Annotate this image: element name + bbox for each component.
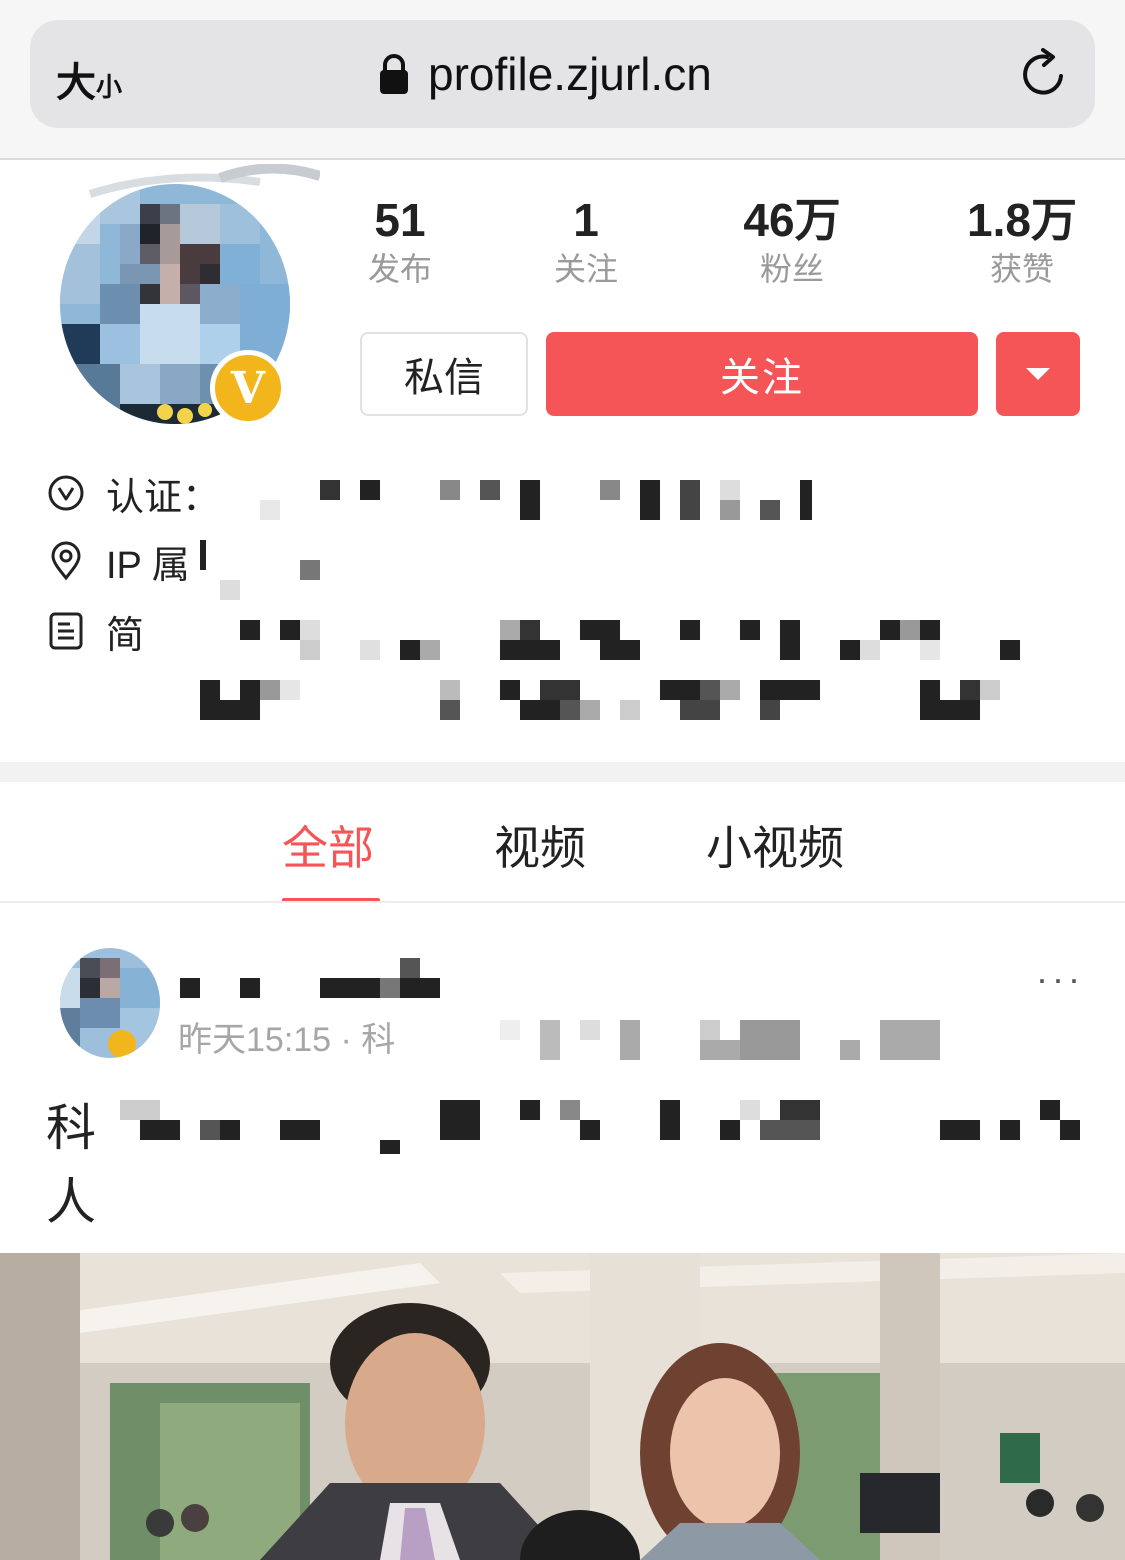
text-size-button[interactable]: 大小 [56, 50, 122, 108]
stat-likes-value: 1.8万 [967, 194, 1077, 246]
ip-location-label: IP 属 [106, 544, 190, 587]
verification-row: 认证： [46, 468, 220, 519]
post-author-name-redacted [180, 958, 440, 998]
lock-icon [380, 54, 408, 94]
redacted-profile-info [200, 480, 1020, 720]
badge-letter: V [230, 362, 266, 414]
text-size-small: 小 [96, 72, 123, 102]
post-text-line-2[interactable]: 人 [46, 1162, 96, 1234]
stat-following-value: 1 [573, 194, 599, 246]
caret-down-icon [1026, 368, 1050, 380]
stat-followers-value: 46万 [743, 194, 841, 246]
stat-posts[interactable]: 51 发布 [310, 192, 490, 290]
bio-row: 简 [46, 606, 145, 657]
text-size-big: 大 [56, 61, 96, 105]
more-options-icon[interactable]: ··· [1036, 958, 1084, 1000]
stat-posts-label: 发布 [367, 251, 432, 287]
stat-following[interactable]: 1 关注 [496, 192, 676, 290]
browser-toolbar: 大小 profile.zjurl.cn [0, 0, 1125, 160]
tab-all[interactable]: 全部 [282, 812, 374, 878]
verified-badge-icon: V [210, 350, 286, 426]
message-button[interactable]: 私信 [360, 332, 528, 416]
verified-circle-icon [48, 475, 84, 511]
stat-posts-value: 51 [374, 194, 426, 246]
stat-following-label: 关注 [553, 251, 618, 287]
document-icon [49, 612, 83, 650]
post-text-line-1[interactable]: 科 [46, 1088, 96, 1160]
address-bar[interactable]: 大小 profile.zjurl.cn [30, 20, 1095, 128]
post-author-avatar[interactable] [60, 948, 160, 1058]
post-text-redacted [120, 1100, 1080, 1154]
profile-stats: 51 发布 1 关注 46万 粉丝 1.8万 获赞 [0, 192, 1125, 302]
follow-options-button[interactable] [996, 332, 1080, 416]
tab-short-videos[interactable]: 小视频 [706, 812, 844, 878]
location-pin-icon [51, 541, 81, 581]
stat-followers-label: 粉丝 [759, 251, 824, 287]
section-divider [0, 762, 1125, 782]
bio-label: 简 [106, 614, 145, 657]
stat-followers[interactable]: 46万 粉丝 [702, 192, 882, 290]
ip-location-row: IP 属 [46, 536, 190, 587]
stat-likes[interactable]: 1.8万 获赞 [932, 192, 1112, 290]
tab-videos[interactable]: 视频 [494, 812, 586, 878]
post-meta: 昨天15:15 · 科 [178, 1021, 396, 1059]
follow-button[interactable]: 关注 [546, 332, 978, 416]
url-display[interactable]: profile.zjurl.cn [378, 44, 712, 104]
stat-likes-label: 获赞 [989, 251, 1054, 287]
tab-divider [0, 901, 1125, 903]
url-text: profile.zjurl.cn [428, 48, 712, 100]
post-photo[interactable] [0, 1253, 1125, 1560]
reload-icon[interactable] [1017, 48, 1069, 100]
post-meta-redacted [500, 1020, 940, 1060]
